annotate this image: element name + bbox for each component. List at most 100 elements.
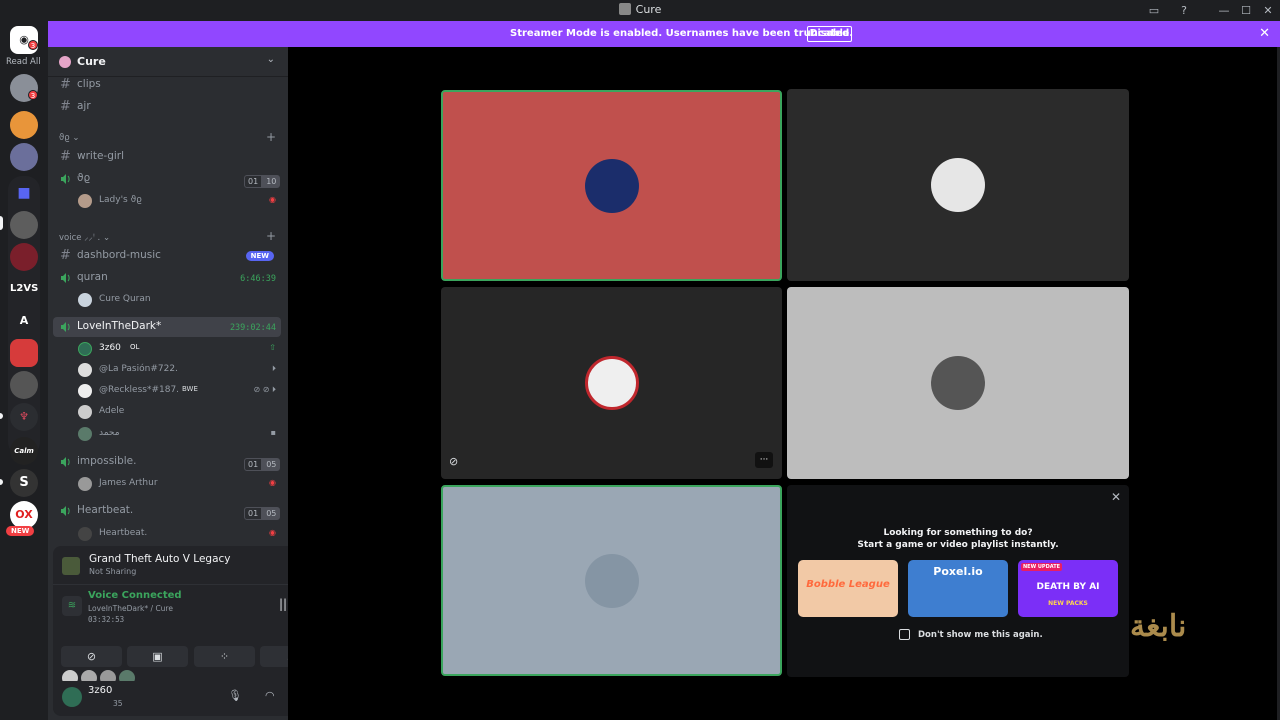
channel-sidebar: Cure ⌄ # clips # ajr ϑϱ ⌄ + # write-girl ϑϱ… xyxy=(48,47,329,720)
selected-indicator xyxy=(0,216,3,230)
screen-icon[interactable]: ▭ xyxy=(1144,2,1164,19)
dont-show-label[interactable]: Don't show me this again. xyxy=(918,630,1043,640)
close-icon[interactable]: ✕ xyxy=(1111,490,1121,504)
category-header[interactable]: ϑϱ ⌄ xyxy=(59,133,79,143)
server-name: Cure xyxy=(77,55,106,68)
voice-member[interactable]: James Arthur ◉ xyxy=(78,475,278,493)
deafened-icon: ◉ xyxy=(269,528,276,537)
server-icon[interactable] xyxy=(10,371,38,399)
banner-close-icon[interactable]: ✕ xyxy=(1259,26,1270,41)
more-options-button[interactable]: ··· xyxy=(755,452,773,468)
server-icon[interactable] xyxy=(10,143,38,171)
server-rail: ◉ 3 Read All 3 ■ L2VS A ♆ Calm S OX NEW xyxy=(0,21,48,720)
streamer-mode-banner: Streamer Mode is enabled. Usernames have… xyxy=(48,21,1280,47)
voice-member[interactable]: @Reckless*#187. BWE ⊘ ⊘ ⏵ xyxy=(78,382,278,400)
read-all-button[interactable]: Read All xyxy=(6,57,41,67)
participant-avatar xyxy=(931,158,985,212)
app-icon xyxy=(618,3,631,15)
voice-status[interactable]: Voice Connected xyxy=(88,590,182,601)
maximize-button[interactable]: ☐ xyxy=(1236,2,1256,19)
activity-card-death-by-ai[interactable]: NEW UPDATE DEATH BY AI NEW PACKS xyxy=(1018,560,1118,617)
new-badge: NEW xyxy=(6,526,35,536)
server-icon[interactable]: A xyxy=(10,307,38,335)
hash-icon: # xyxy=(60,77,71,92)
video-tile[interactable] xyxy=(441,485,782,676)
game-title: Grand Theft Auto V Legacy xyxy=(89,553,231,565)
participant-avatar xyxy=(584,158,639,213)
camera-off-button[interactable]: ⊘ xyxy=(61,646,122,667)
avatar xyxy=(78,427,92,441)
banner-message: Streamer Mode is enabled. Usernames have… xyxy=(510,28,854,39)
add-channel-icon[interactable]: + xyxy=(266,130,276,144)
server-icon[interactable]: S xyxy=(10,469,38,497)
server-header[interactable]: Cure ⌄ xyxy=(48,47,288,77)
dm-badge: 3 xyxy=(28,90,38,100)
channel-clips[interactable]: # clips xyxy=(58,75,280,95)
window-title: Cure xyxy=(0,3,1280,16)
hash-icon: # xyxy=(60,99,71,114)
channel-write-girl[interactable]: # write-girl xyxy=(58,147,280,167)
voice-member[interactable]: @La Pasión#722. ⏵ xyxy=(78,361,278,379)
unread-indicator xyxy=(0,479,3,485)
video-tile[interactable] xyxy=(787,89,1129,281)
hash-icon: # xyxy=(60,248,71,263)
server-icon[interactable]: L2VS xyxy=(10,275,38,303)
server-icon[interactable]: OX xyxy=(10,501,38,529)
activities-button[interactable]: ⁘ xyxy=(194,646,255,667)
title-bar: Cure ▭ ? — ☐ ✕ xyxy=(0,0,1280,21)
server-icon[interactable] xyxy=(10,211,38,239)
server-icon[interactable]: ♆ xyxy=(10,403,38,431)
user-avatar[interactable] xyxy=(62,687,82,707)
activity-card-bobble-league[interactable]: Bobble League xyxy=(798,560,898,617)
activity-card-poxel[interactable]: Poxel.io xyxy=(908,560,1008,617)
member-tag: BWE xyxy=(182,385,198,393)
voice-member[interactable]: محمد ▪ xyxy=(78,425,278,443)
unread-indicator xyxy=(0,413,3,419)
voice-member[interactable]: Cure Quran xyxy=(78,291,278,309)
home-badge: 3 xyxy=(28,40,38,50)
speaker-icon xyxy=(61,322,70,332)
category-header[interactable]: voice ⸝⸝ꜝ . ⌄ xyxy=(59,232,110,243)
voice-channel-path[interactable]: LoveInTheDark* / Cure xyxy=(88,604,173,613)
avatar xyxy=(78,384,92,398)
deafened-icon: ◉ xyxy=(269,195,276,204)
voice-member[interactable]: Adele xyxy=(78,403,278,421)
dont-show-checkbox[interactable] xyxy=(899,629,910,640)
user-substatus: 35 xyxy=(113,699,123,708)
server-icon[interactable]: Calm xyxy=(10,437,38,465)
video-tile[interactable]: ⊘ ··· xyxy=(441,287,782,479)
server-icon[interactable] xyxy=(10,339,38,367)
microphone-icon[interactable]: 🎙 xyxy=(228,689,242,702)
server-icon[interactable] xyxy=(10,243,38,271)
disable-button[interactable]: Disable xyxy=(807,26,852,42)
add-channel-icon[interactable]: + xyxy=(266,229,276,243)
server-icon[interactable] xyxy=(10,111,38,139)
activity-panel: ✕ Looking for something to do? Start a g… xyxy=(787,485,1129,677)
participant-avatar xyxy=(931,356,985,410)
playstation-icon: ⏵ xyxy=(272,364,276,373)
username: 3z60 xyxy=(88,685,113,696)
screen-share-button[interactable]: ▣ xyxy=(127,646,188,667)
video-tile[interactable] xyxy=(441,90,782,281)
voice-member[interactable]: Heartbeat. ◉ xyxy=(78,525,278,543)
help-icon[interactable]: ? xyxy=(1174,2,1194,19)
speaker-icon xyxy=(61,273,70,283)
avatar xyxy=(78,363,92,377)
voice-member[interactable]: 3z60 OL ⇧ xyxy=(78,340,278,358)
activity-title: Looking for something to do? xyxy=(883,528,1033,538)
muted-icon: ⊘ xyxy=(449,455,459,468)
activity-subtitle: Start a game or video playlist instantly… xyxy=(857,540,1059,550)
avatar xyxy=(78,342,92,356)
voice-member[interactable]: Lady's ϑϱ ◉ xyxy=(78,192,278,210)
folder-icon[interactable]: ■ xyxy=(10,179,38,207)
camera-icon: ▪ xyxy=(270,428,276,437)
minimize-button[interactable]: — xyxy=(1214,2,1234,19)
channel-ajr[interactable]: # ajr xyxy=(58,97,280,117)
chevron-down-icon[interactable]: ⌄ xyxy=(267,54,275,65)
user-limit-pill: 01 10 xyxy=(244,175,281,188)
signal-icon[interactable]: ≋ xyxy=(62,596,82,616)
close-window-button[interactable]: ✕ xyxy=(1258,2,1278,19)
headphones-icon[interactable]: ◠ xyxy=(265,689,275,702)
avatar xyxy=(78,293,92,307)
video-tile[interactable] xyxy=(787,287,1129,479)
